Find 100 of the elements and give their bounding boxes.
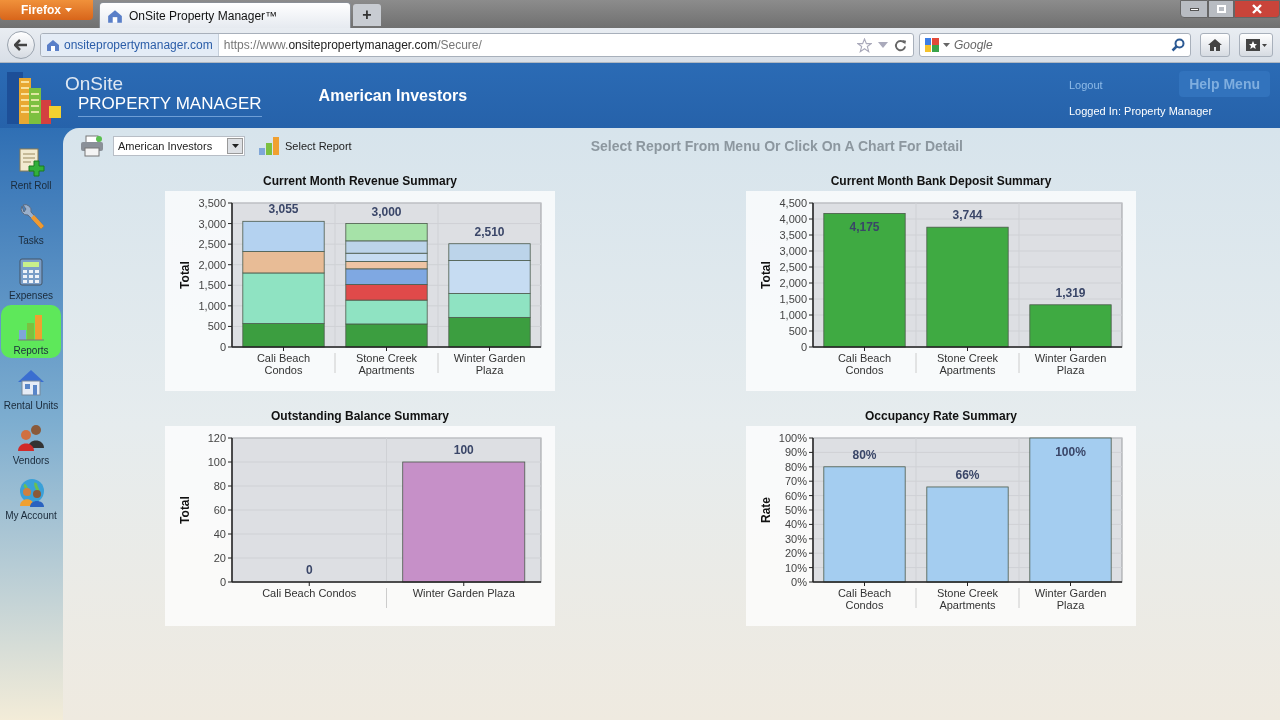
data-label: 4,175 bbox=[849, 220, 880, 235]
search-icon[interactable] bbox=[1171, 38, 1185, 52]
logged-in-text: Logged In: Property Manager bbox=[1069, 104, 1213, 120]
bar[interactable] bbox=[448, 243, 531, 261]
back-button[interactable] bbox=[7, 31, 35, 59]
caret-icon bbox=[65, 8, 72, 12]
restore-button[interactable] bbox=[1208, 0, 1234, 18]
browser-tab[interactable]: OnSite Property Manager™ bbox=[99, 2, 351, 28]
axis-tick-label: 1,000 bbox=[779, 309, 807, 321]
category-label: Winter Garden Plaza bbox=[453, 352, 526, 376]
document-plus-icon bbox=[16, 147, 46, 177]
printer-icon[interactable] bbox=[80, 135, 104, 157]
axis-tick-label: 0 bbox=[219, 576, 226, 588]
category-label: Winter Garden Plaza bbox=[412, 587, 515, 599]
axis-tick-label: 1,500 bbox=[198, 279, 226, 292]
bar[interactable] bbox=[448, 293, 531, 318]
axis-tick-label: 10% bbox=[784, 561, 807, 574]
minimize-icon bbox=[1189, 7, 1199, 11]
dropdown-icon[interactable] bbox=[878, 42, 888, 48]
category-label: Cali Beach Condos bbox=[837, 587, 892, 611]
axis-title: Total bbox=[759, 261, 773, 289]
category-label: Cali Beach Condos bbox=[837, 352, 892, 376]
portfolio-dropdown[interactable]: American Investors bbox=[113, 136, 245, 156]
select-report-link[interactable]: Select Report bbox=[285, 137, 352, 155]
url-text: https://www.onsitepropertymanager.com/Secure/ bbox=[223, 37, 482, 54]
data-label: 3,000 bbox=[371, 204, 402, 219]
new-tab-button[interactable]: + bbox=[353, 4, 381, 26]
site-icon bbox=[46, 38, 60, 52]
bar[interactable] bbox=[448, 317, 531, 348]
axis-tick-label: 1,000 bbox=[198, 299, 226, 312]
data-label: 0 bbox=[305, 563, 313, 577]
axis-tick-label: 4,500 bbox=[779, 197, 807, 209]
bar[interactable] bbox=[345, 299, 428, 325]
data-label: 1,319 bbox=[1055, 285, 1086, 300]
sidebar-item[interactable]: Expenses bbox=[1, 250, 61, 303]
bar[interactable] bbox=[823, 213, 906, 348]
axis-tick-label: 60 bbox=[213, 504, 226, 516]
sidebar-item[interactable]: Tasks bbox=[1, 195, 61, 248]
sidebar-item[interactable]: Rental Units bbox=[1, 360, 61, 413]
axis-tick-label: 60% bbox=[784, 489, 807, 502]
axis-tick-label: 4,000 bbox=[779, 213, 807, 225]
search-field[interactable]: Google bbox=[919, 33, 1191, 57]
bar[interactable] bbox=[242, 323, 325, 348]
url-field[interactable]: onsitepropertymanager.com https://www.onsitepropertymanager.com/Secure/ bbox=[40, 33, 914, 57]
axis-tick-label: 120 bbox=[207, 432, 226, 444]
axis-tick-label: 2,000 bbox=[779, 277, 807, 289]
axis-tick-label: 500 bbox=[788, 325, 807, 337]
bar[interactable] bbox=[926, 486, 1009, 583]
axis-tick-label: 3,000 bbox=[779, 245, 807, 257]
home-button[interactable] bbox=[1200, 33, 1230, 57]
logo-text: OnSite bbox=[65, 74, 125, 93]
bar[interactable] bbox=[345, 223, 428, 242]
logo-text: PROPERTY MANAGER bbox=[78, 95, 262, 117]
chart-title: Occupancy Rate Summary bbox=[863, 408, 1019, 425]
bar[interactable] bbox=[242, 220, 325, 252]
people-icon bbox=[16, 422, 46, 452]
back-arrow-icon bbox=[14, 39, 28, 51]
axis-tick-label: 20% bbox=[784, 547, 807, 560]
sidebar-item[interactable]: Vendors bbox=[1, 415, 61, 468]
chart-title: Current Month Revenue Summary bbox=[261, 173, 458, 190]
category-label: Cali Beach Condos bbox=[262, 587, 357, 599]
chart-title: Current Month Bank Deposit Summary bbox=[829, 173, 1053, 190]
bar[interactable] bbox=[1029, 304, 1112, 348]
axis-tick-label: 2,000 bbox=[198, 258, 226, 271]
bar[interactable] bbox=[345, 252, 428, 262]
data-label: 80% bbox=[852, 447, 877, 462]
caret-icon[interactable] bbox=[943, 43, 950, 47]
axis-tick-label: 2,500 bbox=[779, 261, 807, 273]
bar[interactable] bbox=[242, 251, 325, 274]
bookmark-star-icon[interactable] bbox=[857, 37, 872, 53]
chart-card[interactable]: 0 20 40 60 80 100 120 Total 0 100 Cali Beach Condos Winter Garden Plaza bbox=[165, 426, 555, 626]
axis-tick-label: 0 bbox=[800, 341, 807, 353]
bookmarks-icon bbox=[1245, 38, 1267, 52]
axis-title: Rate bbox=[759, 497, 773, 523]
chart-card[interactable]: 0% 10% 20% 30% 40% 50% 60% 70% 80% 90% 100% Rate 80% 66% 100% Cali Beach Condos Stone Creek Apartments Winter Garden Plaza bbox=[746, 426, 1136, 626]
sidebar-item[interactable]: Reports bbox=[1, 305, 61, 358]
minimize-button[interactable] bbox=[1180, 0, 1208, 18]
bar[interactable] bbox=[1029, 437, 1112, 583]
axis-tick-label: 80 bbox=[213, 480, 226, 492]
sidebar-item[interactable]: My Account bbox=[1, 470, 61, 523]
bar-chart-icon[interactable] bbox=[258, 136, 280, 156]
axis-tick-label: 3,500 bbox=[198, 197, 226, 209]
axis-tick-label: 40% bbox=[784, 518, 807, 531]
search-engine-icon[interactable] bbox=[924, 37, 940, 53]
bar[interactable] bbox=[242, 272, 325, 324]
close-button[interactable] bbox=[1234, 0, 1280, 18]
axis-tick-label: 30% bbox=[784, 532, 807, 545]
data-label: 3,744 bbox=[952, 208, 983, 223]
bar[interactable] bbox=[448, 260, 531, 294]
data-label: 100% bbox=[1055, 445, 1086, 459]
axis-tick-label: 100 bbox=[207, 456, 226, 468]
portfolio-title: American Investors bbox=[318, 85, 468, 106]
calculator-icon bbox=[16, 257, 46, 287]
axis-tick-label: 0 bbox=[219, 341, 226, 353]
data-label: 2,510 bbox=[474, 224, 505, 239]
bar[interactable] bbox=[345, 323, 428, 348]
reload-icon[interactable] bbox=[894, 38, 907, 52]
data-label: 66% bbox=[955, 467, 980, 482]
bookmarks-button[interactable] bbox=[1239, 33, 1273, 57]
category-label: Stone Creek Apartments bbox=[936, 352, 999, 376]
